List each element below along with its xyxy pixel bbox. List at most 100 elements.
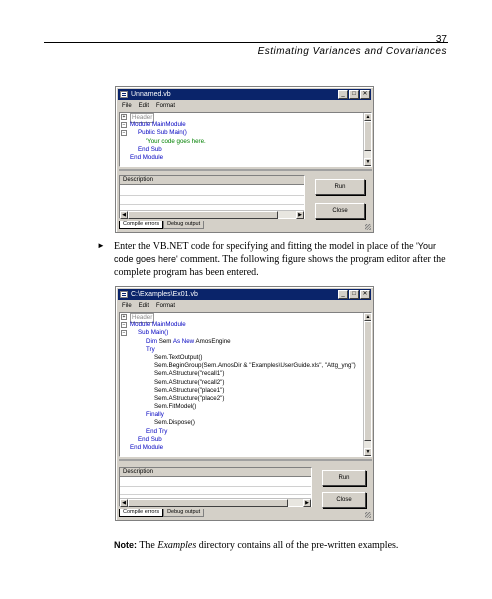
scroll-down-arrow-icon[interactable]: ▼ <box>364 158 371 166</box>
collapse-icon[interactable]: − <box>121 322 127 329</box>
code-text: Finally <box>146 411 164 419</box>
code-text: Dim Sem As New AmosEngine <box>146 338 231 346</box>
code-text: Module MainModule <box>130 121 186 129</box>
description-horizontal-scrollbar[interactable]: ◀ ▶ <box>120 498 311 507</box>
scroll-thumb[interactable] <box>364 121 371 151</box>
scroll-left-arrow-icon[interactable]: ◀ <box>120 211 128 219</box>
code-line: + Header <box>120 113 362 124</box>
program-editor-window-unnamed: Unnamed.vb _ □ ✕ File Edit Format + Heade… <box>115 86 374 233</box>
tab-debug-output[interactable]: Debug output <box>163 221 205 229</box>
collapse-icon[interactable]: − <box>121 130 127 137</box>
code-line: − Public Sub Main() <box>120 129 362 137</box>
code-token: Sem <box>157 337 173 345</box>
horizontal-scroll-thumb[interactable] <box>128 499 288 507</box>
expand-icon[interactable]: + <box>121 114 127 120</box>
code-line: End Try <box>120 428 362 436</box>
menu-format[interactable]: Format <box>156 301 175 311</box>
close-window-button[interactable]: ✕ <box>360 90 370 99</box>
collapse-icon[interactable]: − <box>121 330 127 337</box>
expand-icon[interactable]: + <box>121 314 127 320</box>
scroll-down-arrow-icon[interactable]: ▼ <box>364 448 371 456</box>
code-token: AmosEngine <box>194 337 231 345</box>
description-row <box>120 494 311 495</box>
collapse-icon[interactable]: − <box>121 122 127 129</box>
close-button[interactable]: Close <box>315 203 365 219</box>
tab-compile-errors[interactable]: Compile errors <box>119 509 164 517</box>
scroll-right-arrow-icon[interactable]: ▶ <box>303 499 311 507</box>
code-text: Sem.FitModel() <box>154 403 197 411</box>
note-paragraph: Note: The Examples directory contains al… <box>114 540 398 551</box>
code-line: End Module <box>120 444 362 452</box>
code-text: End Module <box>130 444 164 451</box>
menu-file[interactable]: File <box>122 101 132 111</box>
code-vertical-scrollbar[interactable]: ▲ ▼ <box>363 113 371 166</box>
window-title: C:\Examples\Ex01.vb <box>131 291 198 298</box>
description-horizontal-scrollbar[interactable]: ◀ ▶ <box>120 210 304 219</box>
menu-edit[interactable]: Edit <box>139 301 149 311</box>
run-button[interactable]: Run <box>315 179 365 195</box>
description-header: Description <box>120 176 304 185</box>
menu-edit[interactable]: Edit <box>139 101 149 111</box>
horizontal-scroll-thumb[interactable] <box>128 211 278 219</box>
note-emphasis: Examples <box>157 540 197 551</box>
code-vertical-scrollbar[interactable]: ▲ ▼ <box>363 313 371 456</box>
description-panel: Description ◀ ▶ <box>119 467 312 507</box>
code-text: End Module <box>130 153 164 161</box>
editor-app-icon <box>120 291 128 298</box>
code-text: Sem.BeginGroup(Sem.AmosDir & "Examples\U… <box>154 362 356 370</box>
window-title: Unnamed.vb <box>131 91 171 98</box>
close-window-button[interactable]: ✕ <box>360 290 370 299</box>
code-line: − Sub Main() <box>120 329 362 337</box>
pane-splitter[interactable] <box>119 169 372 171</box>
code-editor[interactable]: + Header − Module MainModule − Sub Main() Dim … <box>119 312 372 457</box>
code-line: + Header <box>120 313 362 324</box>
paragraph-text: Enter the VB.NET code for specifying and… <box>114 241 417 252</box>
code-line: − Module MainModule <box>120 321 362 329</box>
code-text: Try <box>146 345 155 353</box>
scroll-left-arrow-icon[interactable]: ◀ <box>120 499 128 507</box>
description-panel: Description ◀ ▶ <box>119 175 305 219</box>
code-editor[interactable]: + Header − Module MainModule − Public Sub Mai… <box>119 112 372 167</box>
code-token: Dim <box>146 337 157 345</box>
code-line: Sem.TextOutput() <box>120 354 362 362</box>
code-text: Sem.AStructure("place2") <box>154 394 225 402</box>
scroll-up-arrow-icon[interactable]: ▲ <box>364 313 371 321</box>
code-text: End Try <box>146 427 168 435</box>
pane-splitter[interactable] <box>119 459 372 461</box>
tab-debug-output[interactable]: Debug output <box>163 509 205 517</box>
code-line: Try <box>120 346 362 354</box>
resize-grip-icon[interactable] <box>365 512 371 518</box>
scroll-right-arrow-icon[interactable]: ▶ <box>296 211 304 219</box>
code-line: Sem.AStructure("place2") <box>120 395 362 403</box>
scroll-up-arrow-icon[interactable]: ▲ <box>364 113 371 121</box>
maximize-button[interactable]: □ <box>349 90 359 99</box>
code-line: Dim Sem As New AmosEngine <box>120 338 362 346</box>
window-titlebar[interactable]: C:\Examples\Ex01.vb _ □ ✕ <box>118 289 371 300</box>
resize-grip-icon[interactable] <box>365 224 371 230</box>
code-text: Sub Main() <box>138 329 169 337</box>
instruction-paragraph: Enter the VB.NET code for specifying and… <box>114 240 454 279</box>
run-button[interactable]: Run <box>322 470 366 486</box>
note-text: The <box>137 540 158 551</box>
minimize-button[interactable]: _ <box>338 290 348 299</box>
code-token: As New <box>172 337 195 345</box>
code-line: Sem.AStructure("recall2") <box>120 379 362 387</box>
window-titlebar[interactable]: Unnamed.vb _ □ ✕ <box>118 89 371 100</box>
note-label: Note: <box>114 540 137 550</box>
code-line: Sem.Dispose() <box>120 419 362 427</box>
minimize-button[interactable]: _ <box>338 90 348 99</box>
bullet-arrow-icon: ► <box>97 241 105 250</box>
running-head: Estimating Variances and Covariances <box>257 46 447 57</box>
menu-format[interactable]: Format <box>156 101 175 111</box>
close-button[interactable]: Close <box>322 492 366 508</box>
code-line: − Module MainModule <box>120 121 362 129</box>
scroll-thumb[interactable] <box>364 321 371 441</box>
tab-compile-errors[interactable]: Compile errors <box>119 221 164 229</box>
code-text: Sem.AStructure("place1") <box>154 386 225 394</box>
code-text: Sem.TextOutput() <box>154 353 203 361</box>
code-text: Public Sub Main() <box>138 129 187 137</box>
page-number: 37 <box>435 34 447 45</box>
maximize-button[interactable]: □ <box>349 290 359 299</box>
menu-file[interactable]: File <box>122 301 132 311</box>
code-line: Sem.BeginGroup(Sem.AmosDir & "Examples\U… <box>120 362 362 370</box>
